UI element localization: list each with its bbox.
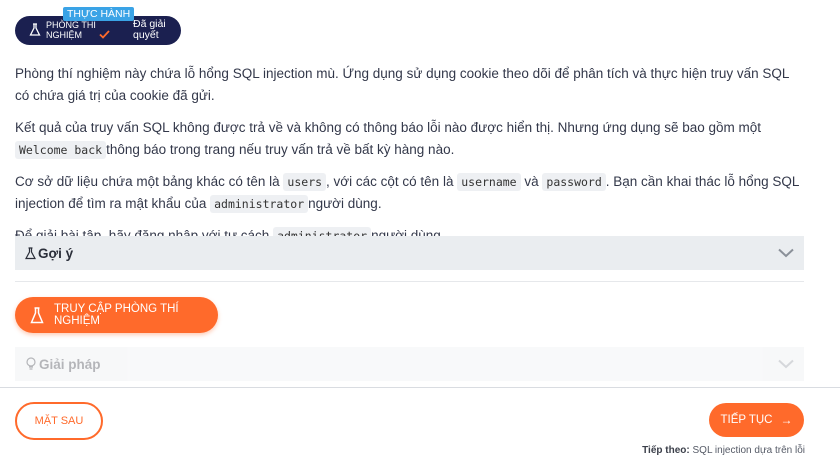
chevron-down-icon[interactable] bbox=[778, 246, 794, 261]
next-topic-link[interactable]: SQL injection dựa trên lỗi bbox=[693, 445, 806, 456]
lab-type-label: PHÒNG THÍ NGHIỆM bbox=[46, 20, 96, 40]
description-paragraph-2: Kết quả của truy vấn SQL không được trả … bbox=[15, 117, 805, 161]
hint-accordion[interactable]: Gợi ý bbox=[15, 236, 804, 270]
hint-label: Gợi ý bbox=[38, 245, 74, 261]
description-paragraph-3: Cơ sở dữ liệu chứa một bảng khác có tên … bbox=[15, 171, 805, 215]
solution-accordion[interactable]: Giải pháp bbox=[15, 347, 804, 381]
continue-button[interactable]: TIẾP TỤC → bbox=[709, 403, 804, 437]
next-prefix: Tiếp theo: bbox=[642, 445, 690, 456]
lightbulb-icon bbox=[25, 357, 37, 371]
description-paragraph-1: Phòng thí nghiệm này chứa lỗ hổng SQL in… bbox=[15, 66, 789, 103]
text-run: thông báo trong trang nếu truy vấn trả v… bbox=[106, 142, 455, 157]
flask-icon bbox=[30, 306, 44, 324]
footer-divider bbox=[0, 387, 840, 388]
inline-code-username: username bbox=[457, 173, 521, 191]
inline-code-users: users bbox=[283, 173, 327, 191]
text-run: Kết quả của truy vấn SQL không được trả … bbox=[15, 120, 762, 135]
next-topic-note: Tiếp theo: SQL injection dựa trên lỗi bbox=[642, 445, 805, 456]
divider bbox=[15, 281, 804, 282]
arrow-right-icon: → bbox=[780, 413, 793, 427]
inline-code-welcome-back: Welcome back bbox=[15, 141, 107, 159]
access-lab-button[interactable]: TRUY CẬP PHÒNG THÍ NGHIỆM bbox=[15, 297, 218, 333]
lab-description: Phòng thí nghiệm này chứa lỗ hổng SQL in… bbox=[15, 63, 805, 257]
flask-icon bbox=[29, 23, 41, 42]
text-run: Cơ sở dữ liệu chứa một bảng khác có tên … bbox=[15, 174, 284, 189]
practice-tag: THỰC HÀNH bbox=[63, 7, 135, 21]
solution-label: Giải pháp bbox=[39, 356, 101, 372]
inline-code-administrator: administrator bbox=[210, 195, 309, 213]
check-icon bbox=[99, 26, 110, 44]
chevron-down-icon[interactable] bbox=[778, 357, 794, 372]
back-button[interactable]: MẶT SAU bbox=[15, 402, 103, 440]
text-run: người dùng. bbox=[308, 196, 382, 211]
text-run: và bbox=[524, 174, 543, 189]
continue-label: TIẾP TỤC bbox=[720, 414, 773, 426]
inline-code-password: password bbox=[542, 173, 606, 191]
access-lab-label: TRUY CẬP PHÒNG THÍ NGHIỆM bbox=[54, 303, 179, 327]
text-run: , với các cột có tên là bbox=[326, 174, 458, 189]
flask-icon bbox=[25, 246, 36, 260]
solved-status-label: Đã giải quyết bbox=[133, 18, 166, 41]
